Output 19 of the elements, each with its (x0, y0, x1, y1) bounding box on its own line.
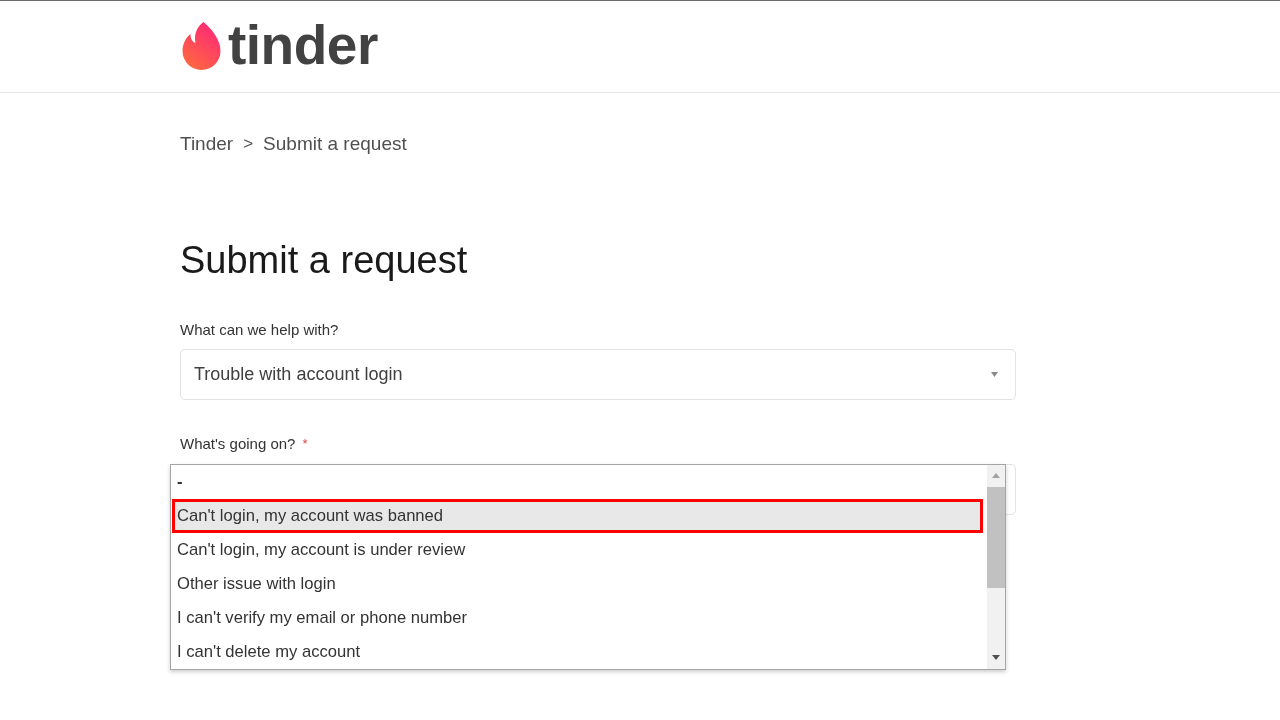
caret-icon (991, 372, 998, 377)
select-value: Trouble with account login (194, 363, 403, 386)
field-label: What can we help with? (180, 320, 339, 340)
breadcrumb-link[interactable]: Tinder (180, 132, 234, 156)
scroll-up-arrow-icon[interactable] (992, 473, 1000, 478)
scroll-down-arrow-icon[interactable] (992, 655, 1000, 660)
flame-logo-icon[interactable] (180, 21, 221, 70)
dropdown-option[interactable]: Can't login, my account was banned (172, 499, 983, 533)
field-label: What's going on? (180, 434, 296, 454)
scrollbar-thumb[interactable] (987, 487, 1005, 588)
required-mark: * (302, 435, 308, 453)
logo-wordmark[interactable]: tinder (228, 18, 378, 73)
page-title: Submit a request (180, 238, 468, 283)
breadcrumb-separator: > (243, 133, 254, 155)
select-field[interactable]: Trouble with account login (180, 349, 1016, 400)
scrollbar[interactable] (987, 465, 1005, 669)
dropdown-option[interactable]: I can't delete my account (171, 635, 987, 669)
dropdown-option[interactable]: - (171, 465, 987, 499)
breadcrumb-link[interactable]: Submit a request (263, 132, 407, 156)
